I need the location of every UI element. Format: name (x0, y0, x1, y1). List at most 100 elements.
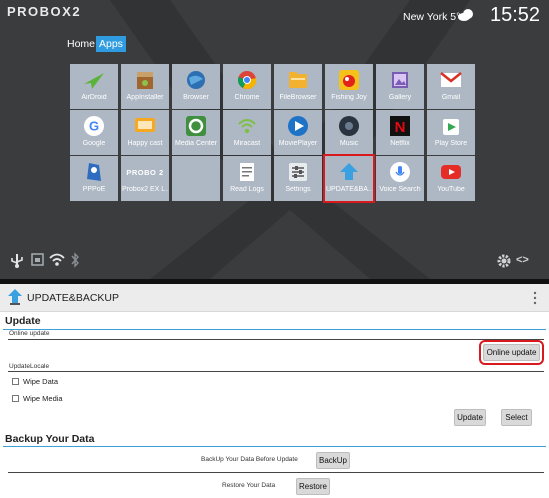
music-icon (337, 114, 361, 138)
media-center-icon (184, 114, 208, 138)
row-divider (8, 339, 544, 340)
tab-apps[interactable]: Apps (96, 36, 126, 52)
app-tile-update-backup[interactable]: UPDATE&BA... (323, 154, 375, 203)
restore-label: Restore Your Data (222, 482, 276, 489)
brand-logo: PROBOX2 (7, 4, 82, 19)
app-tile-gallery[interactable]: Gallery (376, 64, 424, 109)
app-tile-gmail[interactable]: Gmail (427, 64, 475, 109)
app-label: Chrome (234, 94, 260, 101)
app-tile-youtube[interactable]: YouTube (427, 156, 475, 201)
blank-tile-icon (184, 160, 208, 184)
youtube-icon (439, 160, 463, 184)
update-locale-label: UpdateLocale (9, 363, 50, 370)
code-toggle-icon[interactable]: <> (516, 254, 529, 266)
app-label: Voice Search (379, 186, 421, 193)
app-label: Read Logs (230, 186, 264, 193)
online-update-button[interactable]: Online update (479, 340, 544, 365)
row-divider (8, 371, 544, 372)
update-backup-icon (337, 160, 361, 184)
tab-home[interactable]: Home (64, 36, 98, 52)
wipe-media-label: Wipe Media (23, 394, 63, 403)
clock: 15:52 (490, 4, 541, 26)
app-tile-probox2-launcher[interactable]: PROBO 2 Probox2 EX L... (121, 156, 169, 201)
app-label: Play Store (434, 140, 468, 147)
gmail-icon (439, 68, 463, 92)
airdroid-icon (82, 68, 106, 92)
app-label: Music (339, 140, 359, 147)
app-tile-airdroid[interactable]: AirDroid (70, 64, 118, 109)
app-tile-read-logs[interactable]: Read Logs (223, 156, 271, 201)
probox2-launcher-icon: PROBO 2 (126, 160, 163, 184)
app-label: AppInstaller (126, 94, 164, 101)
play-store-icon (439, 114, 463, 138)
app-tile-settings[interactable]: Settings (274, 156, 322, 201)
app-tile-chrome[interactable]: Chrome (223, 64, 271, 109)
app-tile-play-store[interactable]: Play Store (427, 110, 475, 155)
netflix-icon: N (388, 114, 412, 138)
browser-icon (184, 68, 208, 92)
app-tile-google[interactable]: G Google (70, 110, 118, 155)
app-label: Miracast (233, 140, 261, 147)
app-label: FileBrowser (279, 94, 317, 101)
app-label: AirDroid (81, 94, 107, 101)
read-logs-icon (235, 160, 259, 184)
app-tile-voice-search[interactable]: Voice Search (376, 156, 424, 201)
app-label: MoviePlayer (278, 140, 318, 147)
app-label: Probox2 EX L... (122, 186, 168, 193)
svg-text:G: G (89, 119, 99, 134)
restore-button[interactable]: Restore (296, 478, 330, 495)
online-update-label: Online update (9, 330, 50, 337)
app-label: Google (82, 140, 106, 147)
app-tile-media-center[interactable]: Media Center (172, 110, 220, 155)
app-tile-fishing-joy[interactable]: Fishing Joy (325, 64, 373, 109)
app-label: YouTube (437, 186, 465, 193)
app-tile-blank[interactable] (172, 156, 220, 201)
ethernet-icon (31, 253, 44, 266)
app-tile-music[interactable]: Music (325, 110, 373, 155)
update-button[interactable]: Update (454, 409, 486, 426)
app-tile-miracast[interactable]: Miracast (223, 110, 271, 155)
file-browser-icon (286, 68, 310, 92)
section-divider (3, 329, 546, 330)
select-button[interactable]: Select (501, 409, 532, 426)
app-tile-appinstaller[interactable]: AppInstaller (121, 64, 169, 109)
app-label: Netflix (390, 140, 410, 147)
fishing-joy-icon (337, 68, 361, 92)
backup-button[interactable]: BackUp (316, 452, 350, 469)
update-section-title: Update (5, 315, 41, 327)
movie-player-icon (286, 114, 310, 138)
wipe-media-checkbox[interactable] (12, 395, 19, 402)
app-tile-filebrowser[interactable]: FileBrowser (274, 64, 322, 109)
wipe-data-checkbox[interactable] (12, 378, 19, 385)
app-label: PPPoE (82, 186, 106, 193)
app-label: Media Center (174, 140, 218, 147)
chrome-icon (235, 68, 259, 92)
app-tile-movieplayer[interactable]: MoviePlayer (274, 110, 322, 155)
overflow-menu-icon[interactable] (532, 291, 538, 305)
usb-icon (11, 254, 23, 268)
wifi-icon (49, 253, 65, 266)
update-backup-icon (8, 289, 22, 305)
app-label: Happy cast (127, 140, 163, 147)
row-divider (8, 472, 544, 473)
app-tile-netflix[interactable]: N Netflix (376, 110, 424, 155)
backup-section-title: Backup Your Data (5, 433, 95, 445)
probox2-logo: PROBO 2 (126, 167, 164, 177)
launcher-screen: PROBOX2 New York 5°C 15:52 Home Apps Air… (0, 0, 549, 279)
app-tile-happy-cast[interactable]: Happy cast (121, 110, 169, 155)
app-label: Settings (285, 186, 311, 193)
update-backup-app: UPDATE&BACKUP Update Online update Onlin… (0, 284, 549, 498)
svg-text:N: N (395, 119, 406, 136)
miracast-icon (235, 114, 259, 138)
gear-icon[interactable] (496, 253, 512, 269)
section-divider (3, 446, 546, 447)
app-label: Gallery (388, 94, 412, 101)
app-label: UPDATE&BA... (326, 186, 372, 193)
app-action-bar: UPDATE&BACKUP (0, 284, 549, 312)
happy-cast-icon (133, 114, 157, 138)
app-tile-pppoe[interactable]: PPPoE (70, 156, 118, 201)
cloud-icon (458, 9, 473, 21)
app-installer-icon (133, 68, 157, 92)
app-label: Browser (183, 94, 209, 101)
app-tile-browser[interactable]: Browser (172, 64, 220, 109)
